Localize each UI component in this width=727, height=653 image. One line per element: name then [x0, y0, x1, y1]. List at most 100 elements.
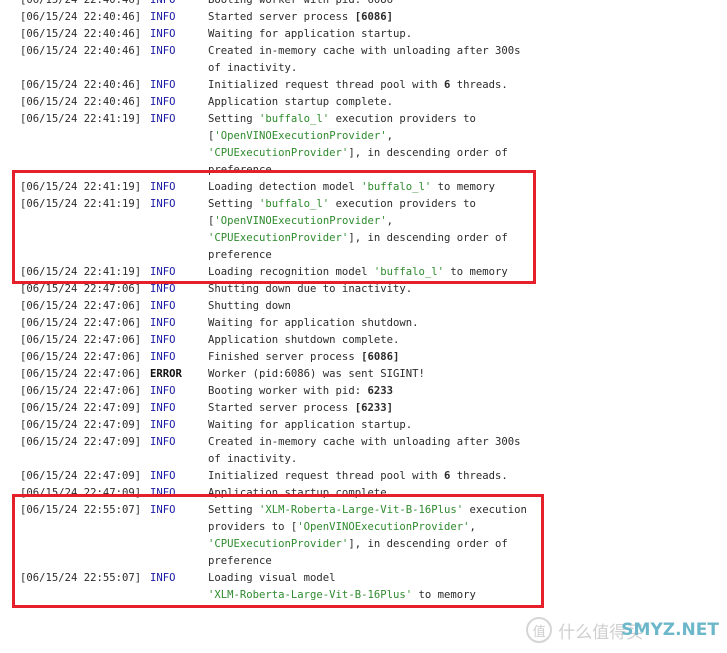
log-timestamp: [06/15/24 22:41:19]	[20, 181, 142, 193]
log-row: [06/15/24 22:47:06] INFO Finished server p…	[20, 349, 550, 366]
log-text: Started server process	[208, 11, 355, 23]
log-message: Finished server process [6086]	[208, 349, 550, 366]
log-level: INFO	[150, 181, 176, 193]
log-level: INFO	[150, 334, 176, 346]
log-output: [06/15/24 22:40:46] INFO Booting worker wi…	[20, 0, 550, 604]
log-timestamp: [06/15/24 22:47:06]	[20, 385, 142, 397]
log-text: to memory	[412, 589, 476, 601]
log-timestamp: [06/15/24 22:47:06]	[20, 317, 142, 329]
log-message: Application startup complete.	[208, 485, 550, 502]
log-text: Created in-memory cache with unloading a…	[208, 436, 521, 465]
log-text: [6086]	[354, 11, 393, 23]
log-quoted-value: 'OpenVINOExecutionProvider'	[214, 215, 387, 227]
log-text: Initialized request thread pool with	[208, 79, 444, 91]
log-text: ,	[386, 215, 393, 227]
log-quoted-value: 'OpenVINOExecutionProvider'	[214, 130, 387, 142]
log-row: [06/15/24 22:47:09] INFO Started server pr…	[20, 400, 550, 417]
log-message: Shutting down	[208, 298, 550, 315]
log-row: [06/15/24 22:47:06] INFO Shutting down due…	[20, 281, 550, 298]
log-timestamp: [06/15/24 22:40:46]	[20, 96, 142, 108]
log-message: Setting 'buffalo_l' execution providers …	[208, 196, 550, 264]
log-row: [06/15/24 22:47:09] INFO Waiting for appli…	[20, 417, 550, 434]
log-row: [06/15/24 22:47:06] ERROR Worker (pid:6086…	[20, 366, 550, 383]
log-message: Created in-memory cache with unloading a…	[208, 43, 550, 77]
log-row: [06/15/24 22:41:19] INFO Loading recogniti…	[20, 264, 550, 281]
log-timestamp: [06/15/24 22:47:09]	[20, 487, 142, 499]
log-level: ERROR	[150, 368, 182, 380]
log-row: [06/15/24 22:47:06] INFO Shutting down	[20, 298, 550, 315]
log-message: Loading visual model 'XLM-Roberta-Large-…	[208, 570, 550, 604]
log-text: threads.	[450, 470, 508, 482]
log-message: Loading detection model 'buffalo_l' to m…	[208, 179, 550, 196]
log-timestamp: [06/15/24 22:47:06]	[20, 300, 142, 312]
log-message: Setting 'buffalo_l' execution providers …	[208, 111, 550, 179]
log-text: ,	[386, 130, 393, 142]
log-message: Booting worker with pid: 6086	[208, 0, 550, 9]
log-timestamp: [06/15/24 22:55:07]	[20, 504, 142, 516]
log-text: Application shutdown complete.	[208, 334, 400, 346]
log-row: [06/15/24 22:41:19] INFO Setting 'buffalo_…	[20, 111, 550, 179]
log-text: Application startup complete.	[208, 487, 393, 499]
log-row: [06/15/24 22:40:46] INFO Initialized reque…	[20, 77, 550, 94]
log-row: [06/15/24 22:47:06] INFO Booting worker wi…	[20, 383, 550, 400]
log-message: Setting 'XLM-Roberta-Large-Vit-B-16Plus'…	[208, 502, 550, 570]
log-text: Waiting for application startup.	[208, 28, 413, 40]
log-row: [06/15/24 22:55:07] INFO Setting 'XLM-Robe…	[20, 502, 550, 570]
log-text: Loading visual model	[208, 572, 336, 584]
log-text: Shutting down due to inactivity.	[208, 283, 413, 295]
log-level: INFO	[150, 79, 176, 91]
log-text: Application startup complete.	[208, 96, 393, 108]
log-message: Application shutdown complete.	[208, 332, 550, 349]
log-level: INFO	[150, 300, 176, 312]
log-text: Setting	[208, 504, 260, 516]
log-row: [06/15/24 22:40:46] INFO Application start…	[20, 94, 550, 111]
log-timestamp: [06/15/24 22:40:46]	[20, 0, 142, 6]
log-message: Booting worker with pid: 6233	[208, 383, 550, 400]
log-timestamp: [06/15/24 22:41:19]	[20, 113, 142, 125]
log-row: [06/15/24 22:40:46] INFO Created in-memory…	[20, 43, 550, 77]
log-row: [06/15/24 22:41:19] INFO Setting 'buffalo_…	[20, 196, 550, 264]
log-text: Booting worker with pid:	[208, 385, 368, 397]
log-level: INFO	[150, 28, 176, 40]
log-row: [06/15/24 22:40:46] INFO Waiting for appli…	[20, 26, 550, 43]
log-quoted-value: 'CPUExecutionProvider'	[208, 232, 349, 244]
log-quoted-value: 'buffalo_l'	[259, 113, 330, 125]
log-timestamp: [06/15/24 22:47:09]	[20, 436, 142, 448]
log-message: Created in-memory cache with unloading a…	[208, 434, 550, 468]
log-timestamp: [06/15/24 22:41:19]	[20, 198, 142, 210]
log-message: Started server process [6086]	[208, 9, 550, 26]
log-text: to memory	[444, 266, 508, 278]
log-timestamp: [06/15/24 22:40:46]	[20, 28, 142, 40]
log-timestamp: [06/15/24 22:47:09]	[20, 470, 142, 482]
log-level: INFO	[150, 45, 176, 57]
log-timestamp: [06/15/24 22:40:46]	[20, 79, 142, 91]
log-level: INFO	[150, 283, 176, 295]
log-message: Loading recognition model 'buffalo_l' to…	[208, 264, 550, 281]
log-text: [6086]	[361, 351, 400, 363]
log-message: Initialized request thread pool with 6 t…	[208, 468, 550, 485]
log-row: [06/15/24 22:55:07] INFO Loading visual mo…	[20, 570, 550, 604]
log-quoted-value: 'CPUExecutionProvider'	[208, 147, 349, 159]
log-quoted-value: 'XLM-Roberta-Large-Vit-B-16Plus'	[208, 589, 413, 601]
log-text: threads.	[450, 79, 508, 91]
log-level: INFO	[150, 351, 176, 363]
log-level: INFO	[150, 96, 176, 108]
log-text: Waiting for application shutdown.	[208, 317, 419, 329]
log-text: Loading detection model	[208, 181, 362, 193]
log-text: Initialized request thread pool with	[208, 470, 444, 482]
log-level: INFO	[150, 487, 176, 499]
log-level: INFO	[150, 470, 176, 482]
log-timestamp: [06/15/24 22:47:06]	[20, 334, 142, 346]
log-row: [06/15/24 22:47:09] INFO Initialized reque…	[20, 468, 550, 485]
log-message: Initialized request thread pool with 6 t…	[208, 77, 550, 94]
log-text: 6233	[367, 385, 393, 397]
log-quoted-value: 'XLM-Roberta-Large-Vit-B-16Plus'	[259, 504, 464, 516]
log-text: Booting worker with pid: 6086	[208, 0, 393, 6]
log-text: Worker (pid:6086) was sent SIGINT!	[208, 368, 425, 380]
log-text: Setting	[208, 113, 260, 125]
log-text: ,	[469, 521, 476, 533]
log-level: INFO	[150, 419, 176, 431]
log-timestamp: [06/15/24 22:40:46]	[20, 45, 142, 57]
log-quoted-value: 'OpenVINOExecutionProvider'	[297, 521, 470, 533]
log-text: [6233]	[354, 402, 393, 414]
